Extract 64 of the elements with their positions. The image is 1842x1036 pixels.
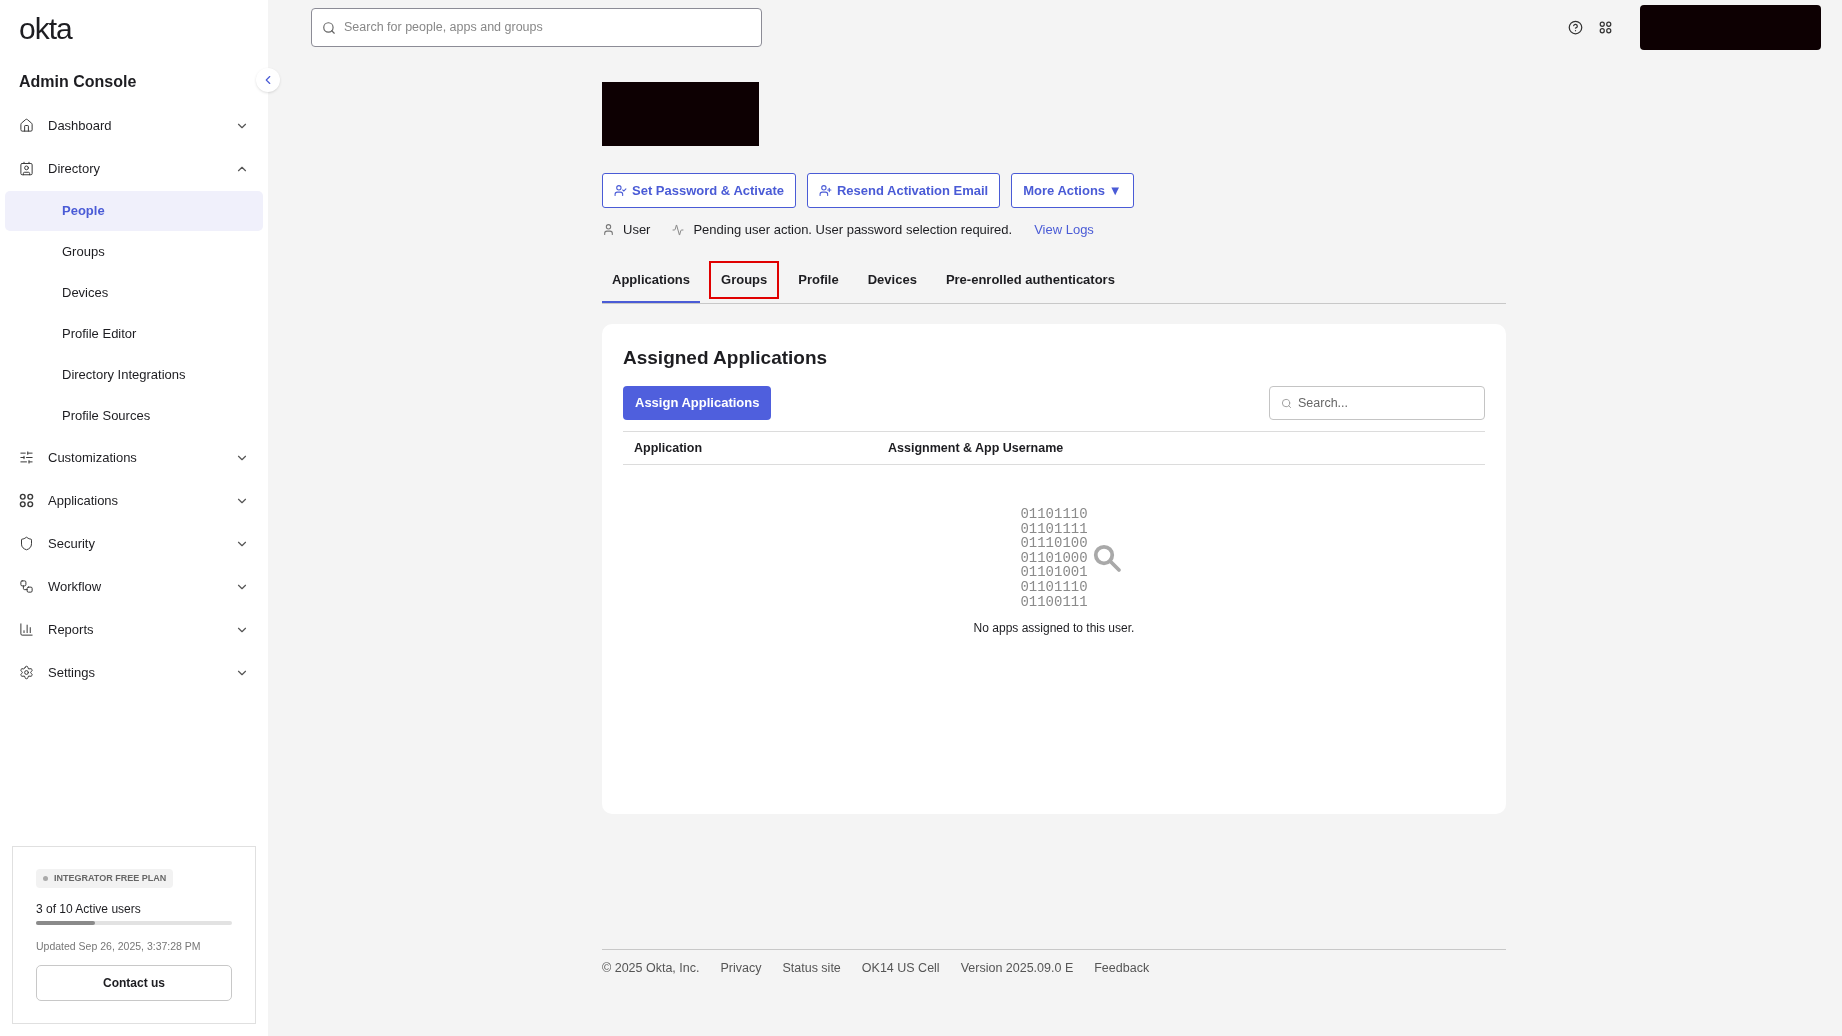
home-icon: [19, 118, 34, 133]
updated-text: Updated Sep 26, 2025, 3:37:28 PM: [36, 939, 202, 955]
nav-subitem[interactable]: Profile Editor: [5, 313, 263, 354]
user-type: User: [623, 221, 651, 239]
status-text: Pending user action. User password selection required.: [693, 221, 1013, 239]
nav-item[interactable]: Customizations: [5, 436, 263, 479]
table-search-field[interactable]: Search...: [1269, 386, 1485, 420]
apps-grid-icon: [19, 493, 34, 508]
nav-item[interactable]: Security: [5, 522, 263, 565]
nav-subitem[interactable]: Devices: [5, 272, 263, 313]
search-icon: [322, 20, 336, 35]
global-search-field[interactable]: Search for people, apps and groups: [311, 8, 762, 47]
tab[interactable]: Applications: [602, 259, 700, 303]
nav-item[interactable]: Settings: [5, 651, 263, 694]
app-switcher-icon: [1599, 21, 1612, 34]
action-button[interactable]: Resend Activation Email: [806, 173, 1001, 208]
contact-card-icon: [19, 161, 34, 176]
footer-link[interactable]: OK14 US Cell: [861, 958, 940, 978]
nav-subitem[interactable]: Groups: [5, 231, 263, 272]
footer-link[interactable]: Feedback: [1094, 958, 1150, 978]
help-icon[interactable]: [1568, 20, 1583, 35]
sliders-icon: [19, 450, 34, 465]
bar-chart-icon: [19, 622, 34, 637]
nav-subitem[interactable]: People: [5, 190, 263, 231]
footer-link[interactable]: Privacy: [720, 958, 762, 978]
action-button[interactable]: Set Password & Activate: [602, 173, 796, 208]
search-icon: [1281, 397, 1292, 409]
view-logs-link[interactable]: View Logs: [1034, 220, 1094, 240]
tab[interactable]: Profile: [788, 259, 849, 303]
workflow-icon: [19, 579, 34, 594]
console-title: Admin Console: [19, 73, 137, 90]
global-search-input[interactable]: Search for people, apps and groups: [344, 18, 751, 37]
nav-item[interactable]: Workflow: [5, 565, 263, 608]
card-title: Assigned Applications: [623, 345, 829, 370]
shield-icon: [19, 536, 34, 551]
user-icon: [602, 223, 615, 237]
footer-link[interactable]: Status site: [782, 958, 841, 978]
collapse-button[interactable]: [256, 68, 280, 92]
tab[interactable]: Pre-enrolled authenticators: [935, 259, 1125, 303]
user-check-icon: [614, 184, 627, 197]
column-header: Application: [633, 439, 704, 457]
column-header: Assignment & App Username: [888, 439, 1064, 457]
nav-item[interactable]: Reports: [5, 608, 263, 651]
footer-link[interactable]: Version 2025.09.0 E: [960, 958, 1074, 978]
usage-text: 3 of 10 Active users: [36, 901, 142, 919]
action-button[interactable]: More Actions ▼: [1011, 173, 1134, 208]
user-plus-icon: [818, 184, 832, 197]
nav-item[interactable]: Dashboard: [5, 104, 263, 147]
copyright-text: © 2025 Okta, Inc.: [602, 959, 700, 977]
binary-text: 01101110 01101111 01110100 01101000 01101001 01101110 01100111: [1020, 507, 1088, 610]
empty-message: No apps assigned to this user.: [973, 620, 1135, 638]
settings-icon: [19, 665, 34, 680]
contact-button[interactable]: Contact us: [36, 965, 232, 1001]
nav-item[interactable]: Directory: [5, 147, 263, 190]
plan-badge: INTEGRATOR FREE PLAN: [36, 868, 174, 889]
logo[interactable]: okta: [19, 12, 72, 45]
tab[interactable]: Devices: [857, 259, 927, 303]
nav-subitem[interactable]: Profile Sources: [5, 395, 263, 436]
assign-button[interactable]: Assign Applications: [623, 386, 772, 420]
nav-subitem[interactable]: Directory Integrations: [5, 354, 263, 395]
pulse-icon: [672, 223, 685, 236]
magnifier-icon: [1091, 543, 1122, 574]
table-search-input[interactable]: Search...: [1298, 393, 1473, 413]
nav-item[interactable]: Applications: [5, 479, 263, 522]
